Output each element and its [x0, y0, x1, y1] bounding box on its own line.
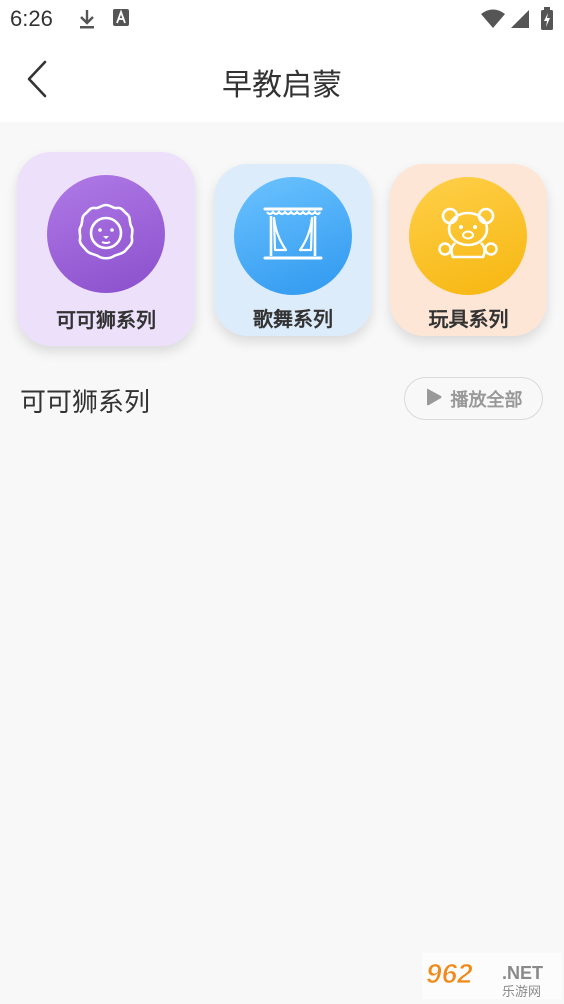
category-cards: 可可狮系列 歌舞系列 玩具系列 [0, 152, 564, 352]
lion-icon [73, 199, 139, 269]
lion-icon-circle [47, 175, 165, 293]
teddy-bear-icon [435, 203, 501, 269]
download-icon [78, 8, 96, 34]
svg-text:962: 962 [426, 958, 473, 989]
status-bar: 6:26 [0, 0, 564, 40]
battery-charging-icon [540, 7, 554, 35]
font-icon [112, 8, 130, 32]
category-label: 可可狮系列 [56, 308, 156, 332]
stage-icon-circle [234, 177, 352, 295]
wifi-icon [480, 9, 506, 33]
page-title: 早教启蒙 [222, 68, 342, 103]
svg-text:乐游网: 乐游网 [502, 985, 541, 999]
teddy-icon-circle [409, 177, 527, 295]
status-time: 6:26 [10, 6, 53, 31]
category-card-dance[interactable]: 歌舞系列 [214, 164, 372, 336]
category-card-lion[interactable]: 可可狮系列 [17, 152, 195, 346]
svg-text:.NET: .NET [502, 963, 543, 983]
play-all-button[interactable]: 播放全部 [404, 377, 543, 420]
category-card-toys[interactable]: 玩具系列 [390, 164, 547, 336]
section-title: 可可狮系列 [20, 388, 151, 418]
signal-icon [510, 9, 530, 33]
header: 早教启蒙 [0, 40, 564, 122]
play-icon [425, 387, 443, 411]
stage-curtain-icon [262, 206, 324, 266]
category-label: 歌舞系列 [253, 307, 333, 331]
play-all-label: 播放全部 [450, 389, 523, 411]
category-label: 玩具系列 [428, 307, 509, 331]
watermark-logo: 962 .NET 乐游网 [422, 953, 562, 1000]
